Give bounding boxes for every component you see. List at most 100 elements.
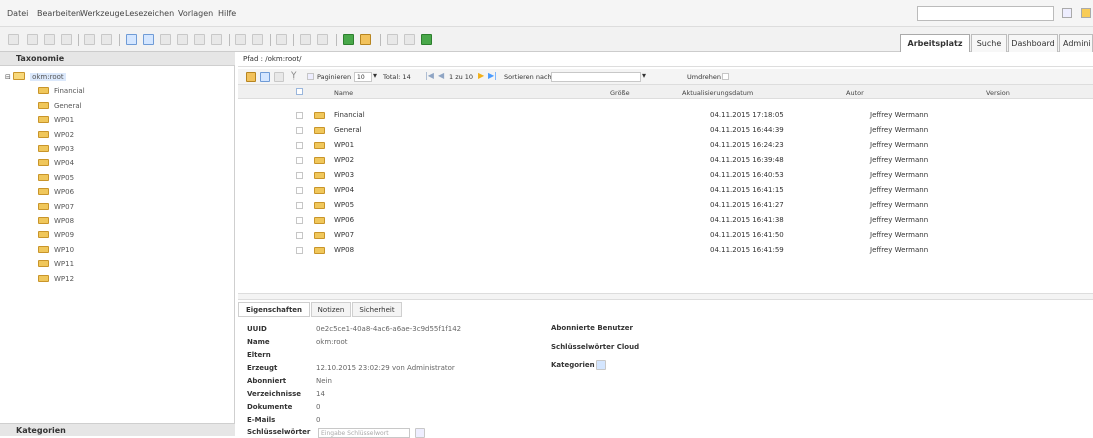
filter-icon[interactable]: Ỵ bbox=[291, 71, 297, 81]
prev-page-icon[interactable]: ◀ bbox=[438, 71, 444, 80]
tree-item[interactable]: WP01 bbox=[38, 114, 74, 127]
table-row[interactable]: WP06 04.11.2015 16:41:38 Jeffrey Wermann bbox=[238, 213, 1093, 228]
keyword-add-icon[interactable] bbox=[415, 428, 425, 438]
tree-item[interactable]: WP10 bbox=[38, 244, 74, 257]
col-size[interactable]: Größe bbox=[610, 89, 630, 97]
table-row[interactable]: WP03 04.11.2015 16:40:53 Jeffrey Wermann bbox=[238, 168, 1093, 183]
tree-item[interactable]: WP03 bbox=[38, 143, 74, 156]
tree-item[interactable]: WP06 bbox=[38, 186, 74, 199]
col-date[interactable]: Aktualisierungsdatum bbox=[682, 89, 753, 97]
tree-item[interactable]: WP07 bbox=[38, 201, 74, 214]
category-add-icon[interactable] bbox=[596, 360, 606, 370]
menu-datei[interactable]: Datei bbox=[7, 9, 28, 18]
tool-icon[interactable] bbox=[194, 34, 205, 45]
row-checkbox[interactable] bbox=[296, 172, 303, 179]
tool-icon[interactable] bbox=[387, 34, 398, 45]
menu-hilfe[interactable]: Hilfe bbox=[218, 9, 236, 18]
table-row[interactable]: Financial 04.11.2015 17:18:05 Jeffrey We… bbox=[238, 108, 1093, 123]
tool-icon[interactable] bbox=[276, 34, 287, 45]
tree-item[interactable]: WP11 bbox=[38, 258, 74, 271]
tool-icon[interactable] bbox=[211, 34, 222, 45]
tool-icon[interactable] bbox=[404, 34, 415, 45]
row-checkbox[interactable] bbox=[296, 187, 303, 194]
tool-icon[interactable] bbox=[317, 34, 328, 45]
row-checkbox[interactable] bbox=[296, 247, 303, 254]
folder-icon[interactable] bbox=[246, 72, 256, 82]
tab-security[interactable]: Sicherheit bbox=[352, 302, 402, 317]
tab-administration[interactable]: Admini bbox=[1059, 34, 1093, 52]
tool-icon[interactable] bbox=[61, 34, 72, 45]
refresh-icon[interactable] bbox=[343, 34, 354, 45]
page-size-select[interactable]: 10 bbox=[354, 72, 372, 82]
tool-icon[interactable] bbox=[160, 34, 171, 45]
row-checkbox[interactable] bbox=[296, 157, 303, 164]
row-checkbox[interactable] bbox=[296, 202, 303, 209]
tab-dashboard[interactable]: Dashboard bbox=[1008, 34, 1058, 52]
row-checkbox[interactable] bbox=[296, 142, 303, 149]
table-row[interactable]: WP04 04.11.2015 16:41:15 Jeffrey Wermann bbox=[238, 183, 1093, 198]
collapse-icon[interactable]: ⊟ bbox=[5, 73, 13, 81]
table-row[interactable]: WP08 04.11.2015 16:41:59 Jeffrey Wermann bbox=[238, 243, 1093, 258]
table-row[interactable]: WP01 04.11.2015 16:24:23 Jeffrey Wermann bbox=[238, 138, 1093, 153]
keyword-input[interactable]: Eingabe Schlüsselwort bbox=[318, 428, 410, 438]
tree-item[interactable]: WP05 bbox=[38, 172, 74, 185]
tool-icon[interactable] bbox=[235, 34, 246, 45]
folder-icon bbox=[38, 87, 49, 94]
tree-item[interactable]: WP08 bbox=[38, 215, 74, 228]
first-page-icon[interactable]: |◀ bbox=[425, 71, 434, 80]
tab-suche[interactable]: Suche bbox=[971, 34, 1007, 52]
tree-item[interactable]: WP02 bbox=[38, 129, 74, 142]
menu-vorlagen[interactable]: Vorlagen bbox=[178, 9, 213, 18]
select-all-checkbox[interactable] bbox=[296, 88, 303, 95]
download-icon[interactable] bbox=[421, 34, 432, 45]
home-folder-icon[interactable] bbox=[360, 34, 371, 45]
search-icon[interactable] bbox=[1062, 8, 1072, 18]
tool-icon[interactable] bbox=[101, 34, 112, 45]
document-icon[interactable] bbox=[260, 72, 270, 82]
table-row[interactable]: General 04.11.2015 16:44:39 Jeffrey Werm… bbox=[238, 123, 1093, 138]
reverse-checkbox[interactable] bbox=[722, 73, 729, 80]
tool-icon[interactable] bbox=[300, 34, 311, 45]
sort-select[interactable] bbox=[551, 72, 641, 82]
tool-icon[interactable] bbox=[177, 34, 188, 45]
menu-lesezeichen[interactable]: Lesezeichen bbox=[125, 9, 174, 18]
tool-icon[interactable] bbox=[252, 34, 263, 45]
table-row[interactable]: WP07 04.11.2015 16:41:50 Jeffrey Wermann bbox=[238, 228, 1093, 243]
splitter[interactable] bbox=[238, 293, 1093, 300]
col-author[interactable]: Autor bbox=[846, 89, 864, 97]
tab-notes[interactable]: Notizen bbox=[311, 302, 351, 317]
row-checkbox[interactable] bbox=[296, 127, 303, 134]
menu-werkzeuge[interactable]: Werkzeuge bbox=[80, 9, 124, 18]
row-checkbox[interactable] bbox=[296, 217, 303, 224]
next-page-icon[interactable]: ▶ bbox=[478, 71, 484, 80]
user-icon[interactable] bbox=[1081, 8, 1091, 18]
top-search-input[interactable] bbox=[917, 6, 1054, 21]
col-name[interactable]: Name bbox=[334, 89, 353, 97]
categories-panel[interactable]: Kategorien bbox=[0, 423, 235, 436]
tree-root[interactable]: ⊟ okm:root bbox=[5, 71, 66, 84]
tree-item[interactable]: WP12 bbox=[38, 273, 74, 286]
document-add-icon[interactable] bbox=[143, 34, 154, 45]
home-icon[interactable] bbox=[8, 34, 19, 45]
tab-arbeitsplatz[interactable]: Arbeitsplatz bbox=[900, 34, 970, 52]
row-checkbox[interactable] bbox=[296, 112, 303, 119]
tree-item[interactable]: General bbox=[38, 100, 82, 113]
tool-icon[interactable] bbox=[84, 34, 95, 45]
folder-add-icon[interactable] bbox=[126, 34, 137, 45]
table-row[interactable]: WP05 04.11.2015 16:41:27 Jeffrey Wermann bbox=[238, 198, 1093, 213]
table-row[interactable]: WP02 04.11.2015 16:39:48 Jeffrey Wermann bbox=[238, 153, 1093, 168]
last-page-icon[interactable]: ▶| bbox=[488, 71, 497, 80]
dropdown-icon[interactable]: ▾ bbox=[642, 71, 646, 80]
row-checkbox[interactable] bbox=[296, 232, 303, 239]
mail-icon[interactable] bbox=[274, 72, 284, 82]
paginate-checkbox[interactable] bbox=[307, 73, 314, 80]
tree-item[interactable]: WP04 bbox=[38, 157, 74, 170]
tree-item[interactable]: WP09 bbox=[38, 229, 74, 242]
tool-icon[interactable] bbox=[27, 34, 38, 45]
tool-icon[interactable] bbox=[44, 34, 55, 45]
tree-item[interactable]: Financial bbox=[38, 85, 85, 98]
menu-bearbeiten[interactable]: Bearbeiten bbox=[37, 9, 81, 18]
dropdown-icon[interactable]: ▾ bbox=[373, 71, 377, 80]
col-version[interactable]: Version bbox=[986, 89, 1010, 97]
tab-properties[interactable]: Eigenschaften bbox=[238, 302, 310, 317]
